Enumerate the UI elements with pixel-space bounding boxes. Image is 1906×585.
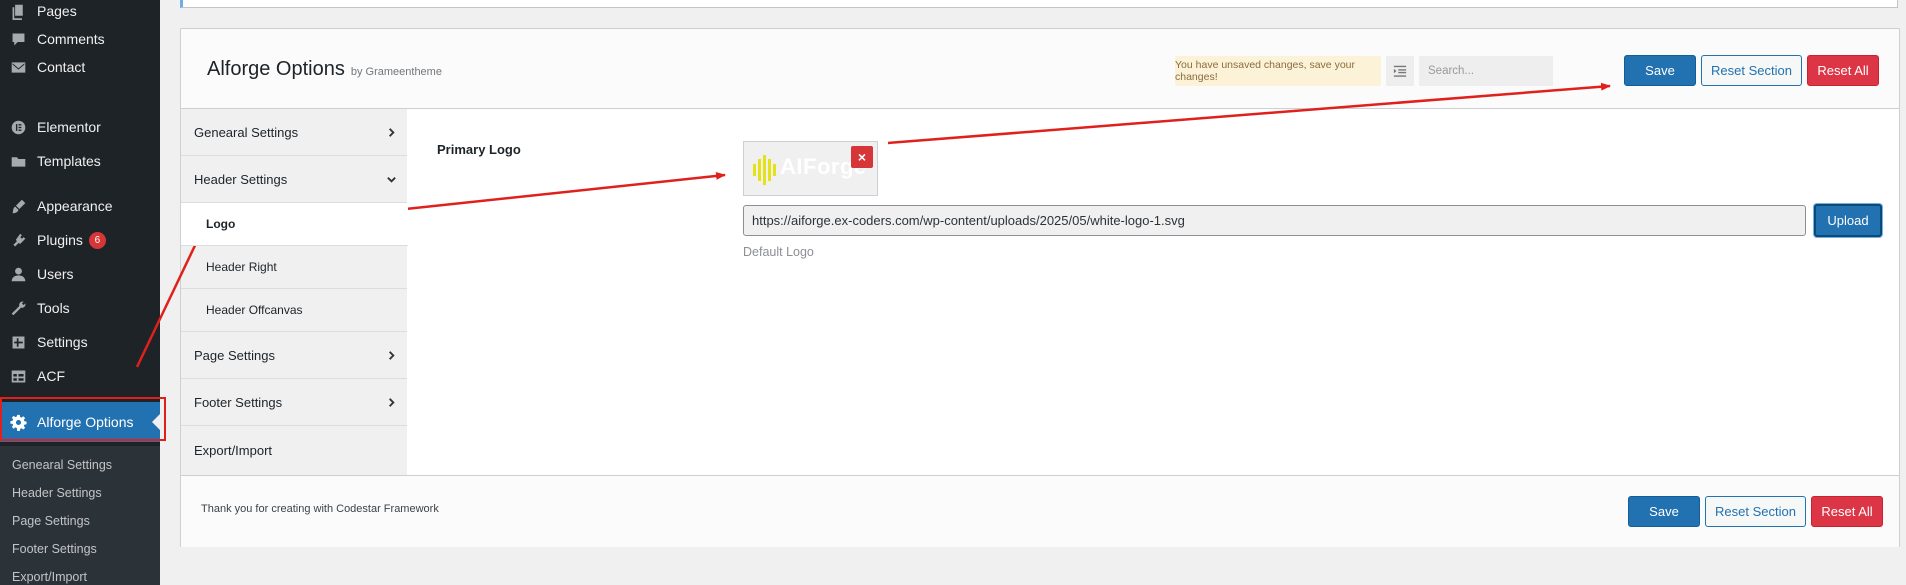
sidebar-item-comments[interactable]: Comments [0, 24, 160, 54]
nav-item-label: Footer Settings [194, 394, 283, 410]
logo-mark-icon [753, 155, 776, 185]
folder-icon [8, 151, 28, 171]
plugin-icon [8, 230, 28, 250]
sidebar-item-label: Users [37, 266, 74, 282]
nav-footer-settings[interactable]: Footer Settings [181, 379, 407, 426]
sidebar-item-label: Plugins [37, 232, 83, 248]
sidebar-item-label: Settings [37, 334, 88, 350]
envelope-icon [8, 57, 28, 77]
options-nav: Genearal Settings Header Settings Logo H… [181, 109, 408, 475]
unsaved-changes-notice: You have unsaved changes, save your chan… [1175, 56, 1381, 86]
pages-icon [8, 1, 28, 21]
panel-header: Alforge Options by Grameentheme You have … [181, 29, 1899, 109]
nav-sub-header-right[interactable]: Header Right [181, 246, 407, 289]
footer-save-button[interactable]: Save [1628, 496, 1700, 527]
sidebar-item-pages[interactable]: Pages [0, 0, 160, 26]
submenu-item-general[interactable]: Genearal Settings [12, 458, 112, 472]
expand-all-button[interactable] [1386, 56, 1414, 86]
sidebar-item-appearance[interactable]: Appearance [0, 191, 160, 221]
search-input[interactable] [1419, 56, 1553, 86]
chevron-right-icon [386, 349, 397, 360]
sidebar-item-acf[interactable]: ACF [0, 361, 160, 391]
list-indent-icon [1393, 65, 1407, 77]
reset-all-button[interactable]: Reset All [1807, 55, 1879, 86]
upload-button[interactable]: Upload [1814, 204, 1882, 237]
comments-icon [8, 29, 28, 49]
submenu-item-header[interactable]: Header Settings [12, 486, 102, 500]
submenu-item-page[interactable]: Page Settings [12, 514, 90, 528]
sidebar-item-label: Elementor [37, 119, 101, 135]
top-notice-strip [180, 0, 1898, 8]
admin-sidebar: Pages Comments Contact Elementor Templat… [0, 0, 160, 585]
logo-url-input[interactable] [743, 205, 1806, 236]
nav-item-label: Page Settings [194, 347, 275, 363]
table-icon [8, 366, 28, 386]
alforge-submenu: Genearal Settings Header Settings Page S… [0, 446, 160, 585]
sidebar-item-users[interactable]: Users [0, 259, 160, 289]
chevron-right-icon [386, 126, 397, 137]
field-label-primary-logo: Primary Logo [437, 142, 521, 157]
sidebar-item-elementor[interactable]: Elementor [0, 112, 160, 142]
submenu-item-footer[interactable]: Footer Settings [12, 542, 97, 556]
sidebar-item-contact[interactable]: Contact [0, 52, 160, 82]
submenu-item-export-import[interactable]: Export/Import [12, 570, 87, 584]
footer-reset-all-button[interactable]: Reset All [1811, 496, 1883, 527]
nav-item-label: Genearal Settings [194, 124, 299, 140]
sidebar-item-label: Pages [37, 3, 77, 19]
nav-item-label: Export/Import [194, 443, 273, 458]
settings-icon [8, 332, 28, 352]
nav-general-settings[interactable]: Genearal Settings [181, 109, 407, 156]
sidebar-item-label: ACF [37, 368, 65, 384]
annotation-highlight-box [0, 397, 166, 441]
footer-reset-section-button[interactable]: Reset Section [1705, 496, 1806, 527]
footer-credit-text: Thank you for creating with Codestar Fra… [201, 503, 439, 515]
brush-icon [8, 196, 28, 216]
page-title: Alforge Options by Grameentheme [207, 58, 442, 81]
chevron-right-icon [386, 396, 397, 407]
nav-page-settings[interactable]: Page Settings [181, 332, 407, 379]
nav-sub-header-offcanvas[interactable]: Header Offcanvas [181, 289, 407, 332]
sidebar-item-label: Contact [37, 59, 86, 75]
sidebar-item-label: Appearance [37, 198, 113, 214]
sidebar-item-plugins[interactable]: Plugins 6 [0, 225, 160, 255]
nav-item-label: Header Settings [194, 171, 288, 187]
nav-header-settings[interactable]: Header Settings [181, 156, 407, 203]
sidebar-item-templates[interactable]: Templates [0, 146, 160, 176]
sidebar-item-label: Comments [37, 31, 105, 47]
sidebar-item-tools[interactable]: Tools [0, 293, 160, 323]
elementor-icon [8, 117, 28, 137]
nav-export-import[interactable]: Export/Import [181, 426, 407, 475]
reset-section-button[interactable]: Reset Section [1701, 55, 1802, 86]
logo-preview: AIForge × [743, 141, 878, 196]
options-panel: Alforge Options by Grameentheme You have … [180, 28, 1900, 547]
wrench-icon [8, 298, 28, 318]
field-description: Default Logo [743, 245, 814, 259]
plugin-update-count-badge: 6 [88, 231, 106, 249]
chevron-down-icon [386, 173, 397, 184]
panel-subtitle: by Grameentheme [350, 66, 442, 78]
title-text: Alforge Options [207, 58, 345, 80]
panel-footer: Thank you for creating with Codestar Fra… [181, 475, 1899, 547]
sidebar-item-label: Templates [37, 153, 101, 169]
nav-sub-logo[interactable]: Logo [181, 203, 408, 246]
close-icon: × [857, 149, 867, 165]
sidebar-item-settings[interactable]: Settings [0, 327, 160, 357]
sidebar-item-label: Tools [37, 300, 70, 316]
remove-logo-button[interactable]: × [851, 146, 873, 168]
options-content: Primary Logo AIForge × Upload Default Lo… [407, 109, 1899, 475]
user-icon [8, 264, 28, 284]
save-button[interactable]: Save [1624, 55, 1696, 86]
